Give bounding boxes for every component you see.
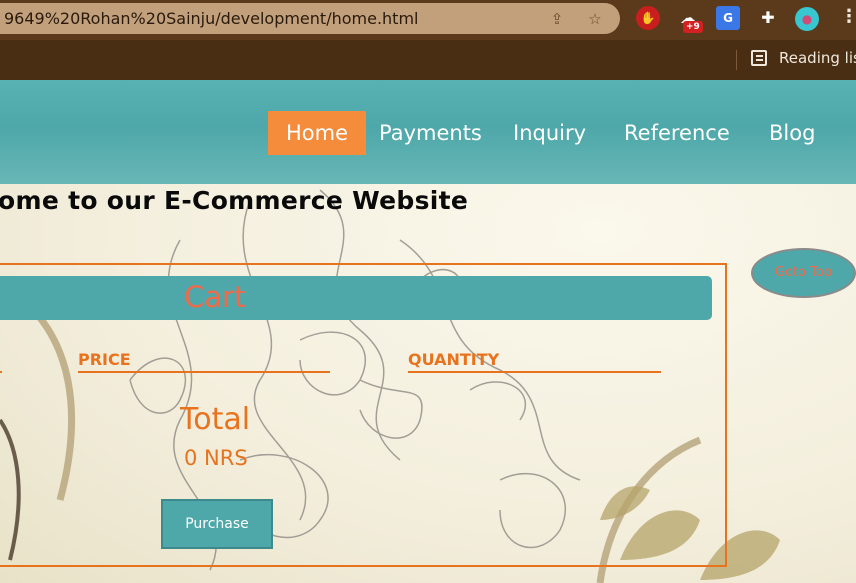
bookmarks-bar	[0, 40, 856, 80]
address-bar[interactable]: 9649%20Rohan%20Sainju/development/home.h…	[0, 3, 620, 34]
column-underline	[408, 371, 661, 373]
url-text[interactable]: 9649%20Rohan%20Sainju/development/home.h…	[4, 9, 418, 28]
nav-payments[interactable]: Payments	[361, 111, 500, 155]
reading-list-icon[interactable]	[751, 50, 767, 66]
puzzle-icon[interactable]: ✚	[756, 6, 780, 30]
profile-avatar[interactable]: ●	[795, 7, 819, 31]
go-to-top-button[interactable]: Goto Top	[751, 248, 856, 298]
cart-title: Cart	[184, 280, 246, 314]
adblock-icon[interactable]: ✋	[636, 6, 660, 30]
column-underline	[0, 371, 2, 373]
nav-blog[interactable]: Blog	[751, 111, 833, 155]
browser-toolbar: 9649%20Rohan%20Sainju/development/home.h…	[0, 0, 856, 40]
column-underline	[78, 371, 330, 373]
star-icon[interactable]: ☆	[586, 10, 604, 28]
total-value: 0 NRS	[184, 446, 248, 470]
web-page: Home Payments Inquiry Reference Blog lco…	[0, 80, 856, 583]
share-icon[interactable]: ⇪	[548, 10, 566, 28]
total-label: Total	[180, 402, 251, 437]
cart-header-bar	[0, 276, 712, 320]
column-header-price: PRICE	[78, 350, 131, 369]
purchase-button[interactable]: Purchase	[161, 499, 273, 549]
nav-inquiry[interactable]: Inquiry	[495, 111, 604, 155]
bookmarks-separator	[736, 50, 737, 70]
extension-badge: +9	[683, 21, 703, 33]
kebab-menu-icon[interactable]: ⋮	[840, 8, 856, 26]
reading-list-button[interactable]: Reading list	[779, 49, 856, 67]
site-header: Home Payments Inquiry Reference Blog	[0, 80, 856, 184]
column-header-quantity: QUANTITY	[408, 350, 500, 369]
page-title: lcome to our E-Commerce Website	[0, 186, 469, 215]
translate-icon[interactable]: G	[716, 6, 740, 30]
nav-home[interactable]: Home	[268, 111, 367, 155]
nav-reference[interactable]: Reference	[606, 111, 748, 155]
